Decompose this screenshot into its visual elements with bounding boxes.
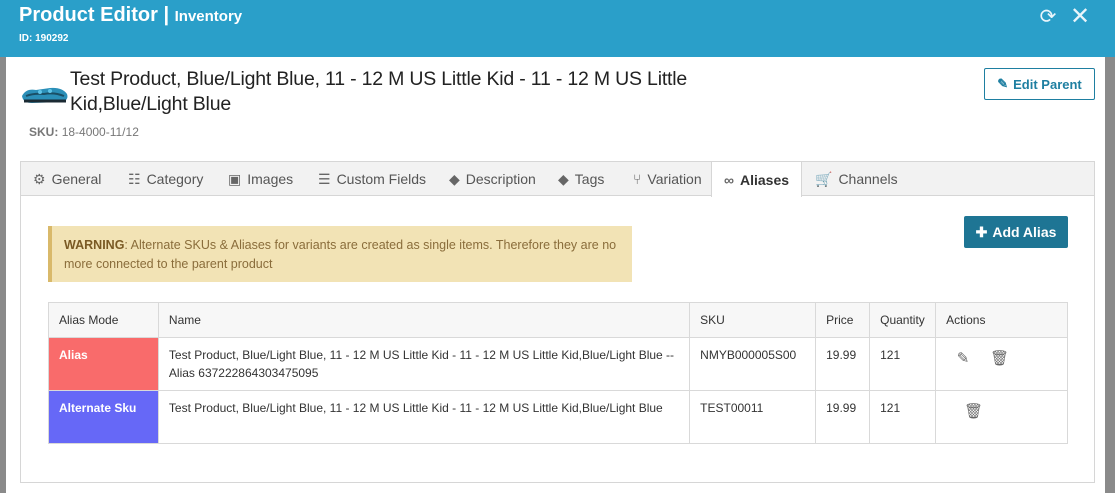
tab-label: Tags [574,171,605,187]
alias-price: 19.99 [815,337,871,391]
tab-label: Channels [838,171,898,187]
tab-label: General [51,171,102,187]
product-title: Test Product, Blue/Light Blue, 11 - 12 M… [70,68,688,115]
table-row: Alias Test Product, Blue/Light Blue, 11 … [48,337,1068,391]
aliases-table: Alias Mode Name SKU Price Quantity Actio… [48,302,1068,444]
list-icon: ☰ [318,170,331,187]
modal-header: Product Editor | Inventory ID: 190292 ⟳ … [0,0,1115,57]
product-header: Test Product, Blue/Light Blue, 11 - 12 M… [6,57,1105,157]
table-row: Alternate Sku Test Product, Blue/Light B… [48,390,1068,444]
edit-pencil-icon[interactable]: ✎ [954,350,972,368]
modal-body: Test Product, Blue/Light Blue, 11 - 12 M… [6,57,1105,493]
product-id: ID: 190292 [19,33,69,44]
tab-bar: ⚙ General ☷ Category ▣ Images ☰ Custom Field… [21,162,1094,197]
alias-sku: TEST00011 [689,390,817,444]
table-header-row: Alias Mode Name SKU Price Quantity Actio… [48,302,1068,338]
modal-title-text: Product Editor [19,4,158,26]
alias-mode-badge: Alias [48,337,159,391]
warning-text: : Alternate SKUs & Aliases for variants … [64,238,617,271]
column-header: Quantity [869,302,937,338]
column-header: SKU [689,302,817,338]
edit-parent-label: Edit Parent [1013,76,1082,92]
tab-aliases[interactable]: ∞ Aliases [711,162,803,197]
column-header: Alias Mode [48,302,159,338]
modal-title: Product Editor | Inventory [19,4,242,27]
alias-quantity: 121 [869,337,937,391]
title-separator: | [157,4,175,26]
column-header: Name [157,302,691,338]
alias-price: 19.99 [815,390,871,444]
warning-label: WARNING [64,238,125,252]
column-header: Actions [935,302,1068,338]
sitemap-icon: ☷ [128,170,141,187]
product-thumbnail [22,87,68,103]
tab-label: Custom Fields [336,171,427,187]
tab-custom-fields[interactable]: ☰ Custom Fields [318,162,426,196]
pencil-icon: ✎ [997,76,1009,91]
tab-channels[interactable]: 🛒 Channels [815,162,898,196]
tag-icon: ◆ [449,170,460,187]
cart-icon: 🛒 [815,170,833,187]
tab-description[interactable]: ◆ Description [449,162,536,196]
link-icon: ∞ [724,171,734,188]
tab-label: Variation [647,171,702,187]
tab-general[interactable]: ⚙ General [33,162,101,196]
tab-images[interactable]: ▣ Images [228,162,293,196]
tab-label: Images [247,171,294,187]
tab-variation[interactable]: ⑂ Variation [633,162,702,196]
tab-tags[interactable]: ◆ Tags [558,162,604,196]
image-icon: ▣ [228,170,242,187]
column-header: Price [815,302,871,338]
product-editor-modal: Product Editor | Inventory ID: 190292 ⟳ … [0,0,1115,493]
trash-icon[interactable]: 🗑 [990,350,1009,368]
alias-quantity: 121 [869,390,937,444]
warning-alert: WARNING: Alternate SKUs & Aliases for va… [48,226,632,282]
code-fork-icon: ⑂ [633,171,642,187]
close-icon[interactable]: ✕ [1069,5,1091,29]
modal-subtitle: Inventory [174,8,243,25]
gears-icon: ⚙ [33,170,46,187]
add-alias-button[interactable]: ✚ Add Alias [964,216,1068,248]
alias-mode-badge: Alternate Sku [48,390,159,444]
refresh-icon[interactable]: ⟳ [1037,6,1059,28]
plus-icon: ✚ [975,223,988,240]
alias-sku: NMYB000005S00 [689,337,817,391]
alias-name: Test Product, Blue/Light Blue, 11 - 12 M… [157,337,691,391]
alias-name: Test Product, Blue/Light Blue, 11 - 12 M… [157,390,691,444]
sku-value: 18-4000-11/12 [61,125,139,139]
tab-label: Aliases [739,171,790,188]
trash-icon[interactable]: 🗑 [964,403,983,421]
tab-label: Description [465,171,536,187]
row-actions: 🗑 [935,390,1068,444]
tab-panel: ⚙ General ☷ Category ▣ Images ☰ Custom Field… [20,161,1095,483]
tab-category[interactable]: ☷ Category [128,162,203,196]
row-actions: ✎ 🗑 [935,337,1068,391]
add-alias-label: Add Alias [992,224,1057,240]
sku-label: SKU: [29,125,59,139]
edit-parent-button[interactable]: ✎ Edit Parent [984,68,1095,100]
product-sku: SKU: 18-4000-11/12 [29,125,139,139]
tab-label: Category [146,171,204,187]
tags-icon: ◆ [558,170,569,187]
